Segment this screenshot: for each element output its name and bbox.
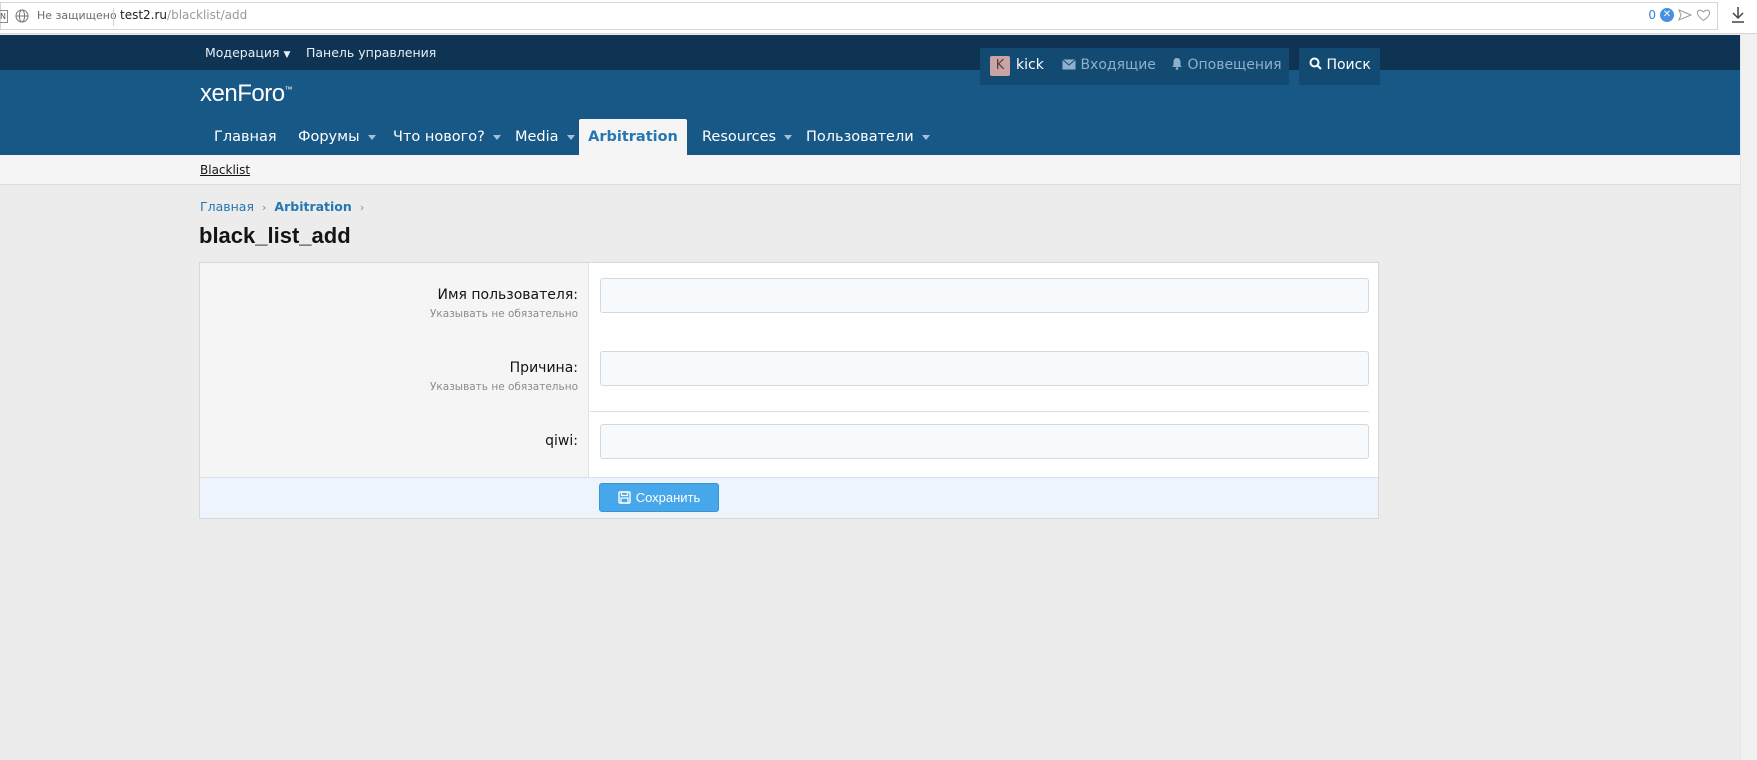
url-text[interactable]: test2.ru/blacklist/add — [120, 8, 247, 22]
row-divider — [590, 411, 1369, 412]
reason-hint: Указывать не обязательно — [430, 381, 578, 393]
alerts-label: Оповещения — [1187, 57, 1282, 73]
tab-home-label: Главная — [214, 129, 277, 145]
chevron-down-icon[interactable] — [921, 134, 930, 140]
tab-whats-new[interactable]: Что нового? — [393, 119, 501, 155]
tab-forums[interactable]: Форумы — [298, 119, 376, 155]
chevron-down-icon: ▼ — [283, 50, 291, 60]
username-hint: Указывать не обязательно — [430, 308, 578, 320]
chevron-down-icon[interactable] — [367, 134, 376, 140]
inbox-link[interactable]: Входящие — [1062, 57, 1156, 73]
download-icon[interactable] — [1730, 6, 1746, 24]
scrollbar[interactable] — [1740, 35, 1757, 760]
tab-resources-label: Resources — [702, 129, 777, 145]
reason-label: Причина: — [509, 360, 578, 376]
chevron-right-icon: › — [262, 201, 267, 214]
tab-media-label: Media — [515, 129, 559, 145]
address-divider — [113, 8, 114, 26]
tab-arbitration[interactable]: Arbitration — [579, 119, 687, 155]
chevron-right-icon: › — [359, 201, 365, 214]
security-status[interactable]: Не защищено — [37, 9, 117, 22]
tab-media[interactable]: Media — [515, 119, 575, 155]
subnav-blacklist-link[interactable]: Blacklist — [200, 163, 250, 177]
adblock-icon[interactable]: ✕ — [1660, 8, 1674, 22]
browser-toolbar: N Не защищено test2.ru/blacklist/add 0 ✕ — [0, 0, 1757, 34]
address-bar[interactable]: N Не защищено test2.ru/blacklist/add 0 ✕ — [0, 2, 1718, 30]
breadcrumb-arbitration[interactable]: Arbitration — [274, 199, 351, 214]
form-footer: Сохранить — [200, 477, 1378, 518]
save-button[interactable]: Сохранить — [599, 483, 719, 512]
logo-mark: ™ — [284, 85, 293, 94]
save-button-label: Сохранить — [635, 490, 701, 505]
staff-bar: Модерация ▼ Панель управления — [0, 35, 1740, 70]
address-bar-actions: 0 ✕ — [1648, 8, 1711, 22]
tab-users-label: Пользователи — [806, 129, 914, 145]
tab-users[interactable]: Пользователи — [806, 119, 930, 155]
extension-icon[interactable]: N — [0, 10, 8, 23]
username-link[interactable]: kick — [1016, 57, 1044, 73]
blacklist-form: Имя пользователя: Указывать не обязатель… — [199, 262, 1379, 519]
inbox-label: Входящие — [1080, 57, 1156, 73]
form-label-column: Имя пользователя: Указывать не обязатель… — [200, 263, 589, 477]
moderation-menu[interactable]: Модерация ▼ — [205, 45, 290, 60]
chevron-down-icon[interactable] — [784, 134, 793, 140]
chevron-down-icon[interactable] — [566, 134, 575, 140]
url-path: /blacklist/add — [167, 8, 248, 22]
tab-home[interactable]: Главная — [214, 119, 277, 155]
sub-nav: Blacklist — [0, 155, 1740, 185]
bell-icon — [1172, 58, 1182, 70]
page-title: black_list_add — [199, 223, 351, 248]
qiwi-field[interactable] — [600, 424, 1369, 459]
tab-whats-new-label: Что нового? — [393, 129, 485, 145]
site-logo[interactable]: xenForo™ — [200, 80, 293, 108]
envelope-icon — [1062, 59, 1076, 70]
tab-arbitration-label: Arbitration — [588, 129, 678, 145]
url-host: test2.ru — [120, 8, 168, 22]
reason-field[interactable] — [600, 351, 1369, 386]
save-icon — [617, 491, 631, 504]
send-icon[interactable] — [1678, 8, 1692, 22]
admin-panel-link[interactable]: Панель управления — [306, 45, 436, 60]
search-link[interactable]: Поиск — [1309, 57, 1371, 73]
avatar[interactable]: K — [990, 56, 1010, 76]
breadcrumb: Главная › Arbitration › — [200, 199, 372, 214]
globe-icon — [15, 9, 29, 23]
username-label: Имя пользователя: — [437, 287, 578, 303]
heart-icon[interactable] — [1696, 8, 1711, 22]
moderation-label: Модерация — [205, 45, 280, 60]
tab-forums-label: Форумы — [298, 129, 360, 145]
chevron-down-icon[interactable] — [492, 134, 501, 140]
tab-resources[interactable]: Resources — [702, 119, 793, 155]
search-icon — [1309, 57, 1322, 70]
search-label: Поиск — [1326, 57, 1371, 73]
username-field[interactable] — [600, 278, 1369, 313]
qiwi-label: qiwi: — [545, 433, 578, 449]
breadcrumb-home[interactable]: Главная — [200, 199, 254, 214]
logo-text: xenForo — [200, 80, 285, 107]
alerts-link[interactable]: Оповещения — [1171, 57, 1282, 73]
blocked-count: 0 — [1648, 8, 1656, 22]
site-header: xenForo™ Главная Форумы Что нового? Medi… — [0, 70, 1740, 155]
